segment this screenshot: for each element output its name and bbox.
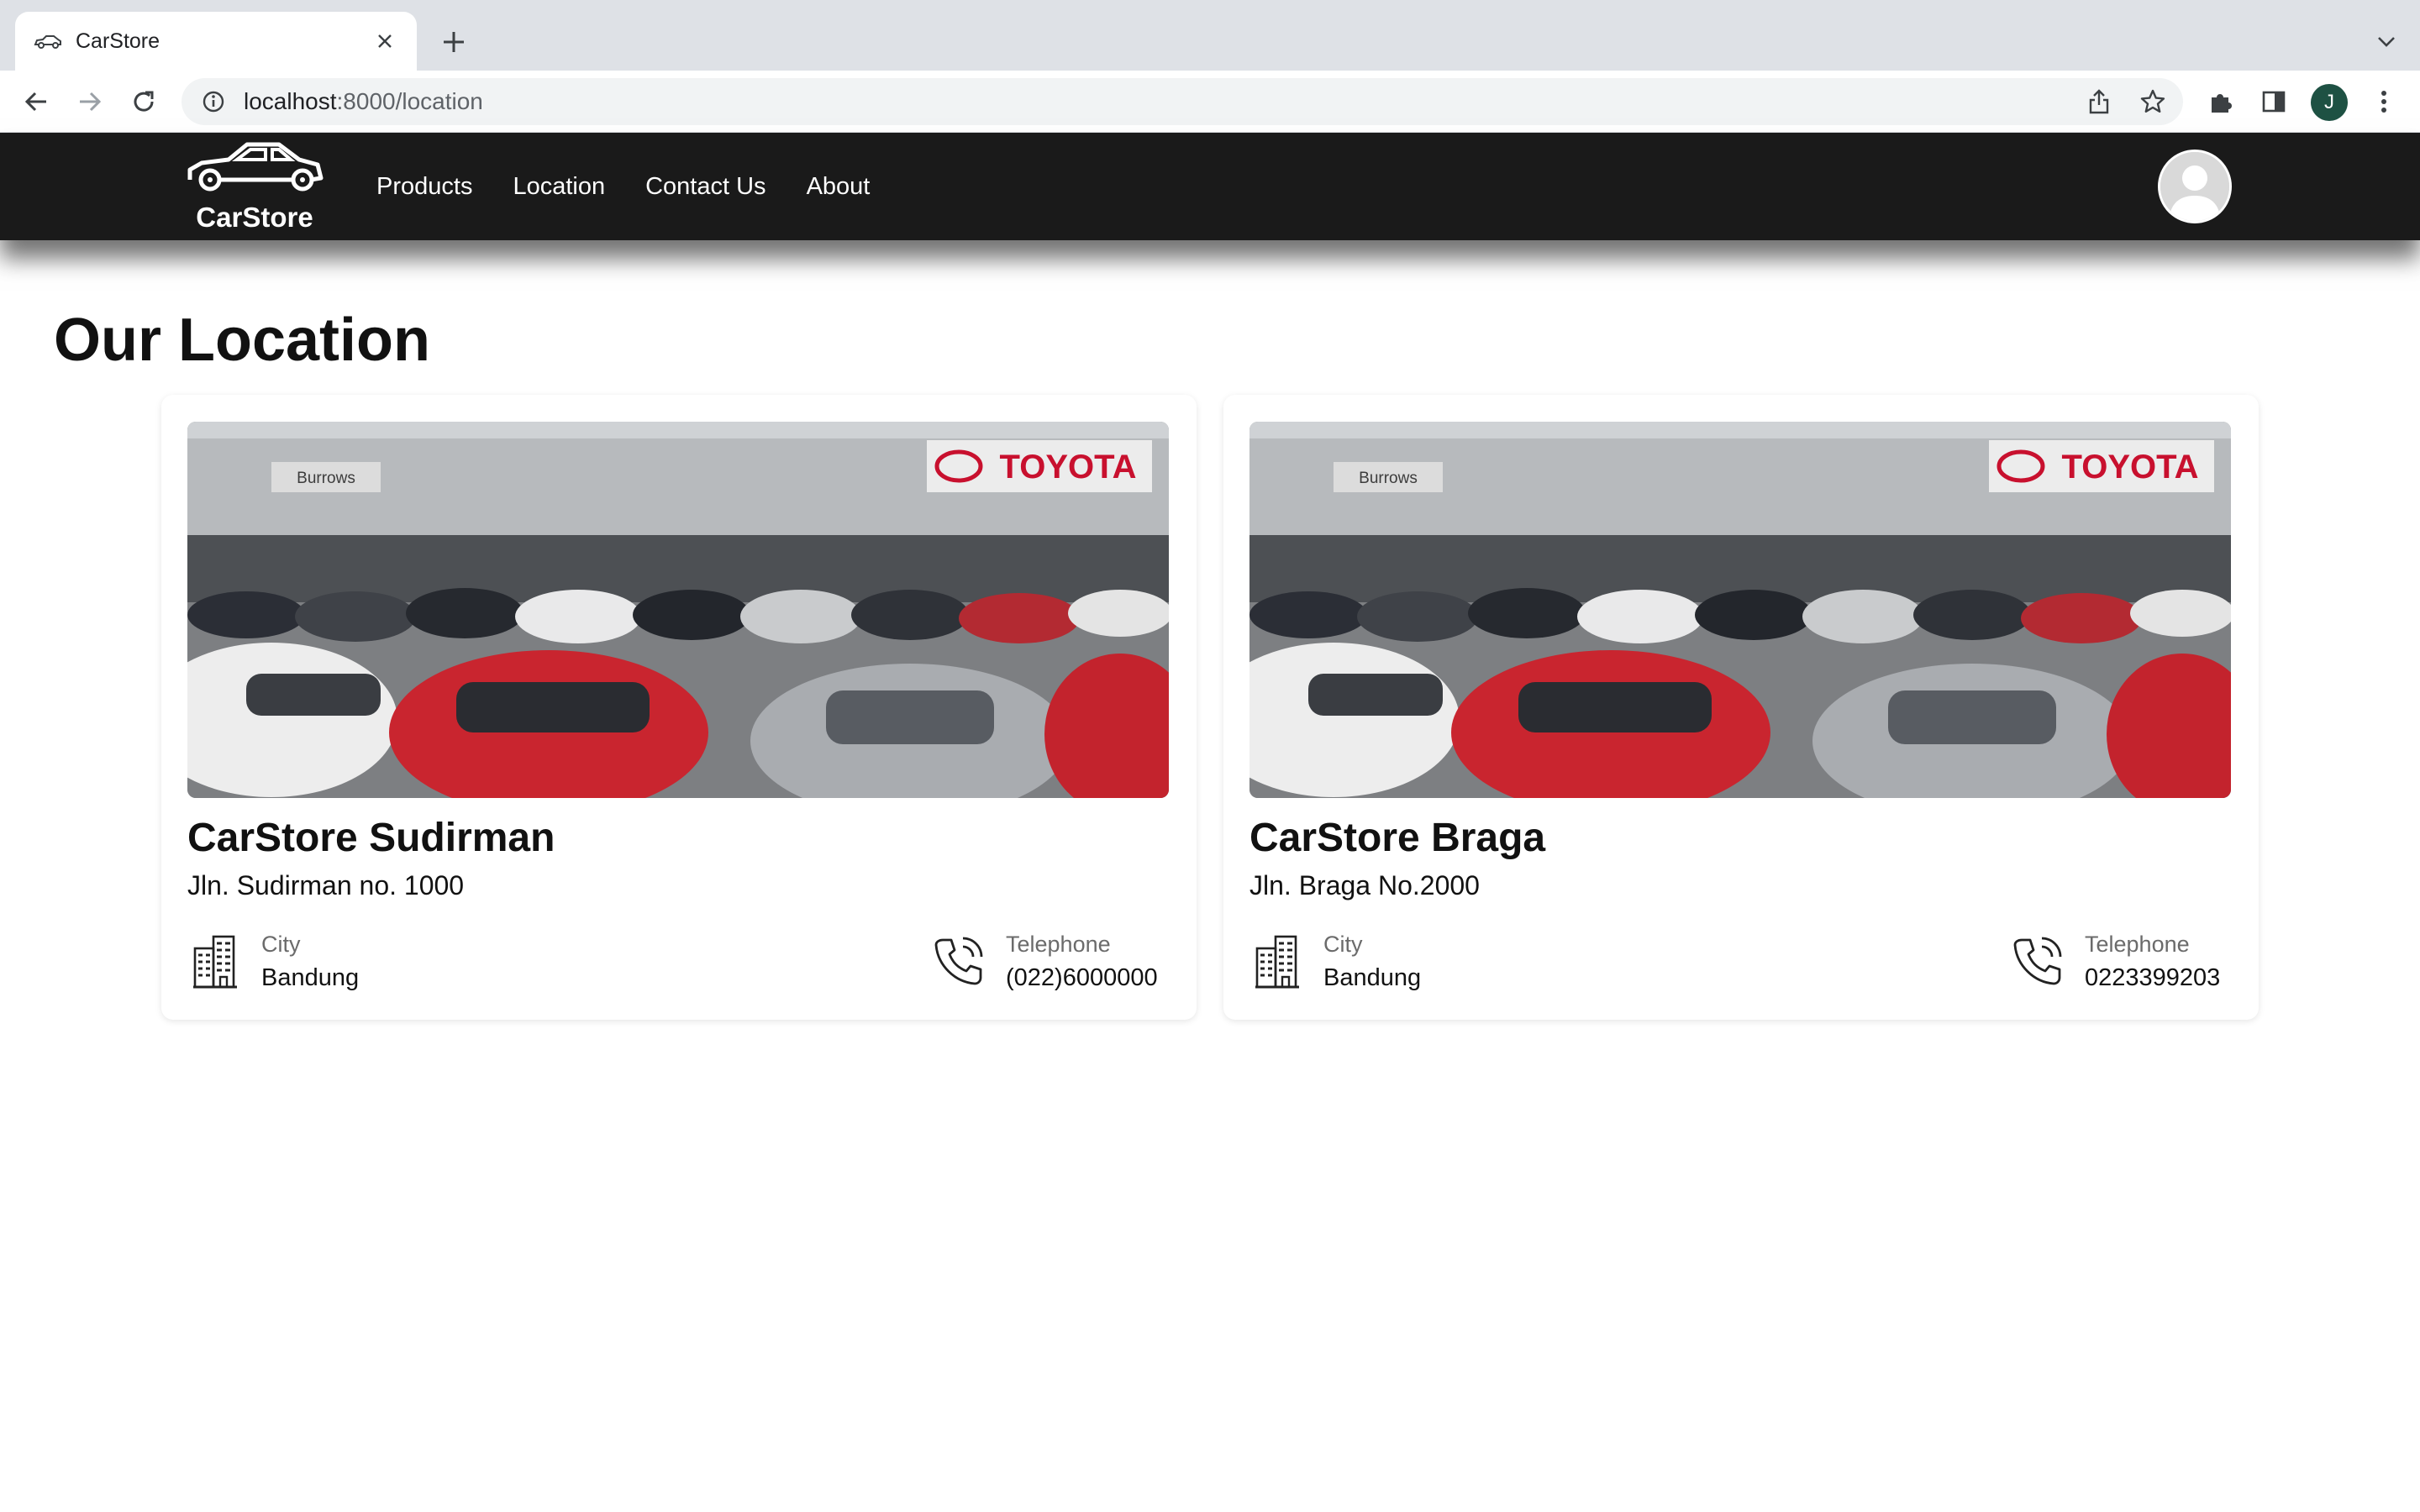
city-label: City (1323, 932, 1363, 957)
url-text: localhost:8000/location (244, 88, 483, 115)
site-navbar: CarStore Products Location Contact Us Ab… (0, 133, 2420, 240)
city-label: City (261, 932, 301, 957)
main-nav: Products Location Contact Us About (376, 133, 910, 240)
browser-profile-avatar[interactable]: J (2311, 84, 2348, 121)
phone-label: Telephone (1006, 932, 1111, 957)
city-info: City Bandung (187, 927, 359, 995)
location-card: Burrows TOYOTA CarStore Braga Jln. Braga… (1223, 395, 2259, 1020)
showroom-photo: Burrows TOYOTA (187, 422, 1169, 798)
building-icon (187, 932, 241, 990)
phone-value: 0223399203 (2085, 964, 2221, 991)
share-icon[interactable] (2081, 83, 2118, 120)
location-name: CarStore Braga (1249, 816, 1546, 860)
building-icon (1249, 932, 1303, 990)
location-card: Burrows TOYOTA CarStore Sudirman Jln. Su… (161, 395, 1197, 1020)
car-icon (34, 26, 64, 56)
location-name: CarStore Sudirman (187, 816, 555, 860)
kebab-menu-icon[interactable] (2365, 82, 2403, 121)
user-avatar[interactable] (2158, 150, 2232, 223)
forward-arrow-icon[interactable] (71, 82, 109, 121)
url-host: localhost (244, 88, 337, 114)
city-info: City Bandung (1249, 927, 1421, 995)
car-logo-icon (187, 142, 324, 192)
nav-link-contact-us[interactable]: Contact Us (645, 173, 765, 201)
back-arrow-icon[interactable] (17, 82, 55, 121)
url-path: :8000/location (336, 88, 483, 114)
showroom-photo: Burrows TOYOTA (1249, 422, 2231, 798)
chevron-down-icon[interactable] (2368, 24, 2405, 60)
user-silhouette-icon (2160, 152, 2229, 221)
phone-ringing-icon (932, 932, 986, 990)
phone-info: Telephone (022)6000000 (932, 927, 1158, 995)
nav-link-about[interactable]: About (807, 173, 871, 201)
sign-burrows: Burrows (1359, 470, 1418, 487)
close-tab-icon[interactable] (371, 28, 398, 55)
page-title: Our Location (54, 307, 430, 374)
address-bar[interactable]: localhost:8000/location (182, 78, 2183, 125)
city-value: Bandung (1323, 964, 1422, 991)
bookmark-star-icon[interactable] (2134, 83, 2171, 120)
browser-toolbar: localhost:8000/location J (0, 71, 2420, 133)
nav-link-products[interactable]: Products (376, 173, 472, 201)
phone-value: (022)6000000 (1006, 964, 1158, 991)
location-address: Jln. Braga No.2000 (1249, 870, 1480, 900)
city-value: Bandung (261, 964, 360, 991)
location-address: Jln. Sudirman no. 1000 (187, 870, 465, 900)
brand-name: CarStore (196, 202, 313, 233)
nav-link-location[interactable]: Location (513, 173, 605, 201)
profile-initial: J (2324, 91, 2334, 113)
side-panel-icon[interactable] (2254, 82, 2293, 121)
browser-tabstrip: CarStore (0, 0, 2420, 71)
browser-tab[interactable]: CarStore (15, 12, 417, 71)
reload-icon[interactable] (124, 82, 163, 121)
sign-toyota: TOYOTA (1000, 449, 1137, 486)
extensions-puzzle-icon[interactable] (2202, 82, 2240, 121)
phone-ringing-icon (2011, 932, 2065, 990)
sign-burrows: Burrows (297, 470, 355, 487)
site-info-icon[interactable] (202, 89, 227, 114)
phone-label: Telephone (2085, 932, 2190, 957)
tab-title: CarStore (76, 29, 160, 53)
sign-toyota: TOYOTA (2062, 449, 2199, 486)
new-tab-icon[interactable] (434, 22, 474, 62)
phone-info: Telephone 0223399203 (2011, 927, 2220, 995)
brand-logo[interactable]: CarStore (185, 139, 324, 234)
